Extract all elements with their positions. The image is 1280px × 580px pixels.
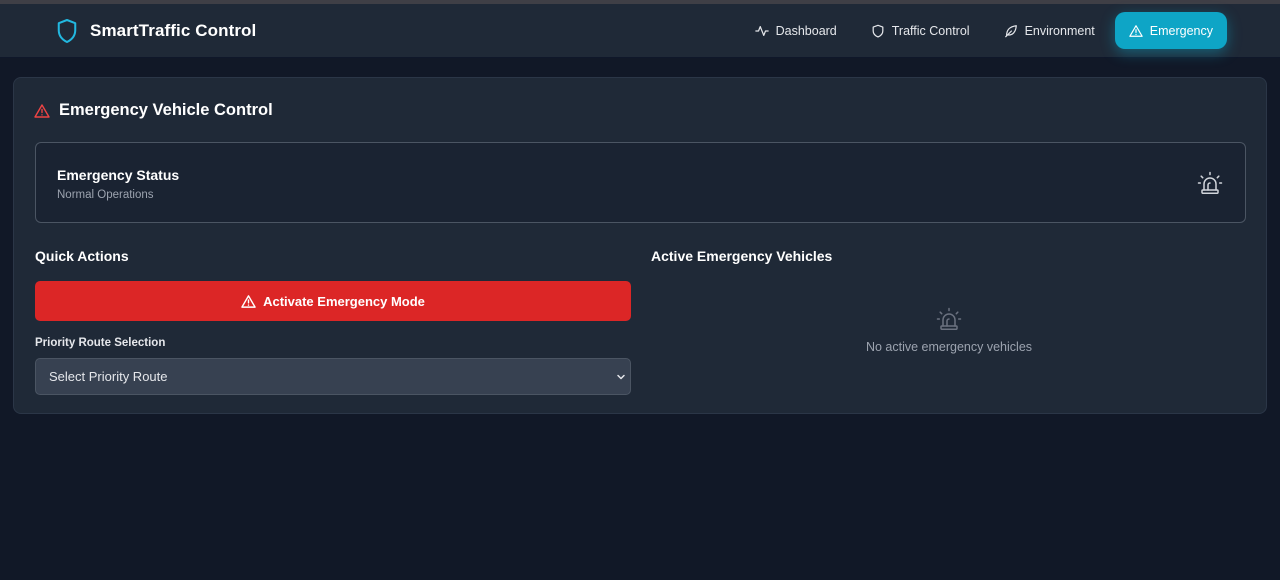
priority-route-selected: Select Priority Route (49, 369, 168, 384)
top-navbar: SmartTraffic Control Dashboard Traffic C… (0, 4, 1280, 58)
priority-route-label: Priority Route Selection (35, 337, 166, 349)
panel-title-text: Emergency Vehicle Control (59, 101, 273, 119)
nav-emergency[interactable]: Emergency (1114, 12, 1227, 49)
nav-environment[interactable]: Environment (990, 12, 1109, 49)
emergency-panel: Emergency Vehicle Control Emergency Stat… (13, 77, 1267, 414)
nav-traffic-control[interactable]: Traffic Control (857, 12, 984, 49)
quick-actions-heading: Quick Actions (35, 248, 129, 264)
alert-triangle-icon (241, 294, 256, 308)
leaf-icon (1004, 24, 1017, 37)
alert-triangle-icon (1129, 24, 1143, 37)
shield-icon (57, 18, 77, 44)
nav-traffic-control-label: Traffic Control (891, 23, 970, 38)
activate-emergency-label: Activate Emergency Mode (263, 293, 425, 309)
vehicles-empty-text: No active emergency vehicles (865, 340, 1033, 354)
alert-triangle-icon (34, 103, 50, 118)
shield-icon (872, 24, 884, 38)
emergency-status-card: Emergency Status Normal Operations (35, 142, 1246, 223)
nav-emergency-label: Emergency (1149, 23, 1213, 38)
nav-dashboard-label: Dashboard (775, 23, 837, 38)
activity-icon (754, 25, 769, 36)
vehicles-empty-state: No active emergency vehicles (651, 306, 1247, 354)
priority-route-select[interactable]: Select Priority Route (35, 358, 631, 395)
siren-icon (936, 307, 962, 330)
status-value: Normal Operations (57, 189, 154, 201)
nav-environment-label: Environment (1024, 23, 1095, 38)
siren-icon (1197, 171, 1223, 194)
chevron-down-icon (617, 374, 625, 380)
activate-emergency-button[interactable]: Activate Emergency Mode (35, 281, 631, 321)
brand-name: SmartTraffic Control (90, 21, 257, 40)
nav-dashboard[interactable]: Dashboard (741, 12, 851, 49)
brand[interactable]: SmartTraffic Control (56, 17, 256, 45)
active-vehicles-heading: Active Emergency Vehicles (651, 248, 833, 264)
status-title: Emergency Status (57, 167, 180, 183)
main-nav: Dashboard Traffic Control Environment Em… (741, 12, 1227, 49)
panel-title: Emergency Vehicle Control (34, 101, 273, 120)
